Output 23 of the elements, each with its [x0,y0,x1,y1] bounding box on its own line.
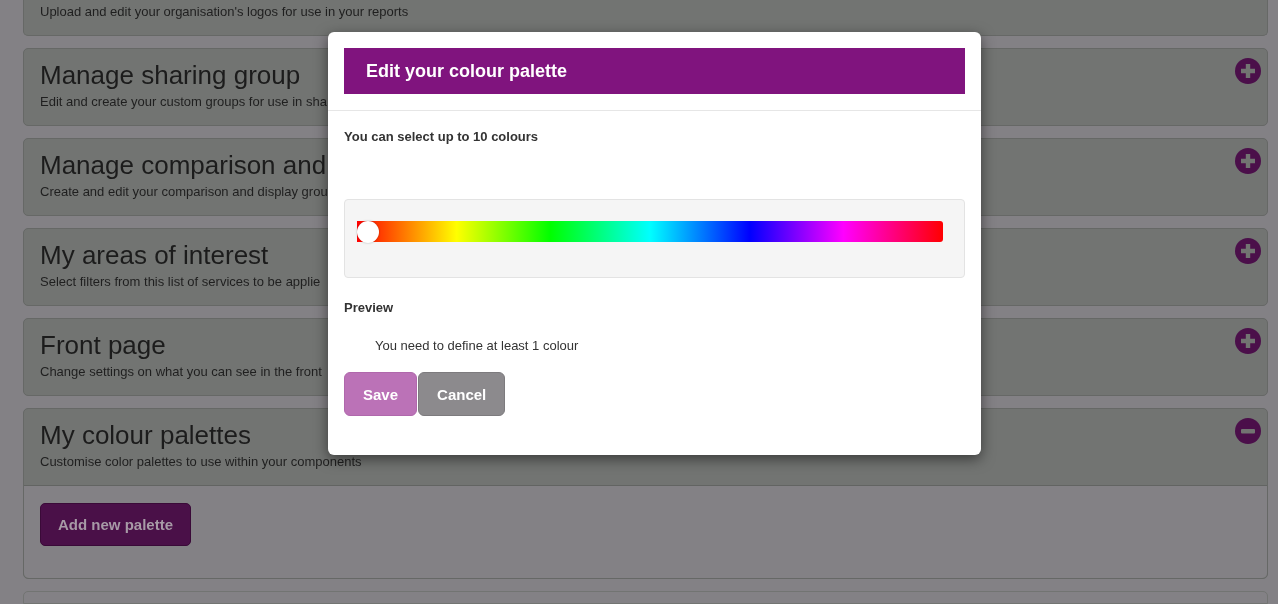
panel-description: Edit and create your custom groups for use in sha [40,93,327,111]
expand-icon[interactable] [1235,238,1261,264]
dialog-title: Edit your colour palette [344,48,965,94]
panel-title: My colour palettes [40,419,251,451]
expand-icon[interactable] [1235,148,1261,174]
panel-description: Create and edit your comparison and display grou [40,183,328,201]
panel-description: Upload and edit your organisation's logos for use in your reports [40,3,409,21]
expand-icon[interactable] [1235,58,1261,84]
panel-description: Select filters from this list of services to be applie [40,273,321,291]
add-palette-button[interactable]: Add new palette [40,503,191,546]
hint-text: You can select up to 10 colours [344,128,540,146]
panel-description: Change settings on what you can see in the front [40,363,322,381]
panel-description: Customise color palettes to use within your components [40,453,362,471]
panel-title: My areas of interest [40,239,269,271]
hue-slider[interactable] [357,221,943,243]
cancel-button[interactable]: Cancel [418,372,506,416]
collapse-icon[interactable] [1235,418,1261,444]
preview-message: You need to define at least 1 colour [374,338,580,353]
expand-icon[interactable] [1235,328,1261,354]
panel-title: Front page [40,329,166,361]
panel-title: Manage comparison and [40,149,327,181]
panel-title: Manage sharing group [40,59,301,91]
preview-label: Preview [344,300,395,315]
